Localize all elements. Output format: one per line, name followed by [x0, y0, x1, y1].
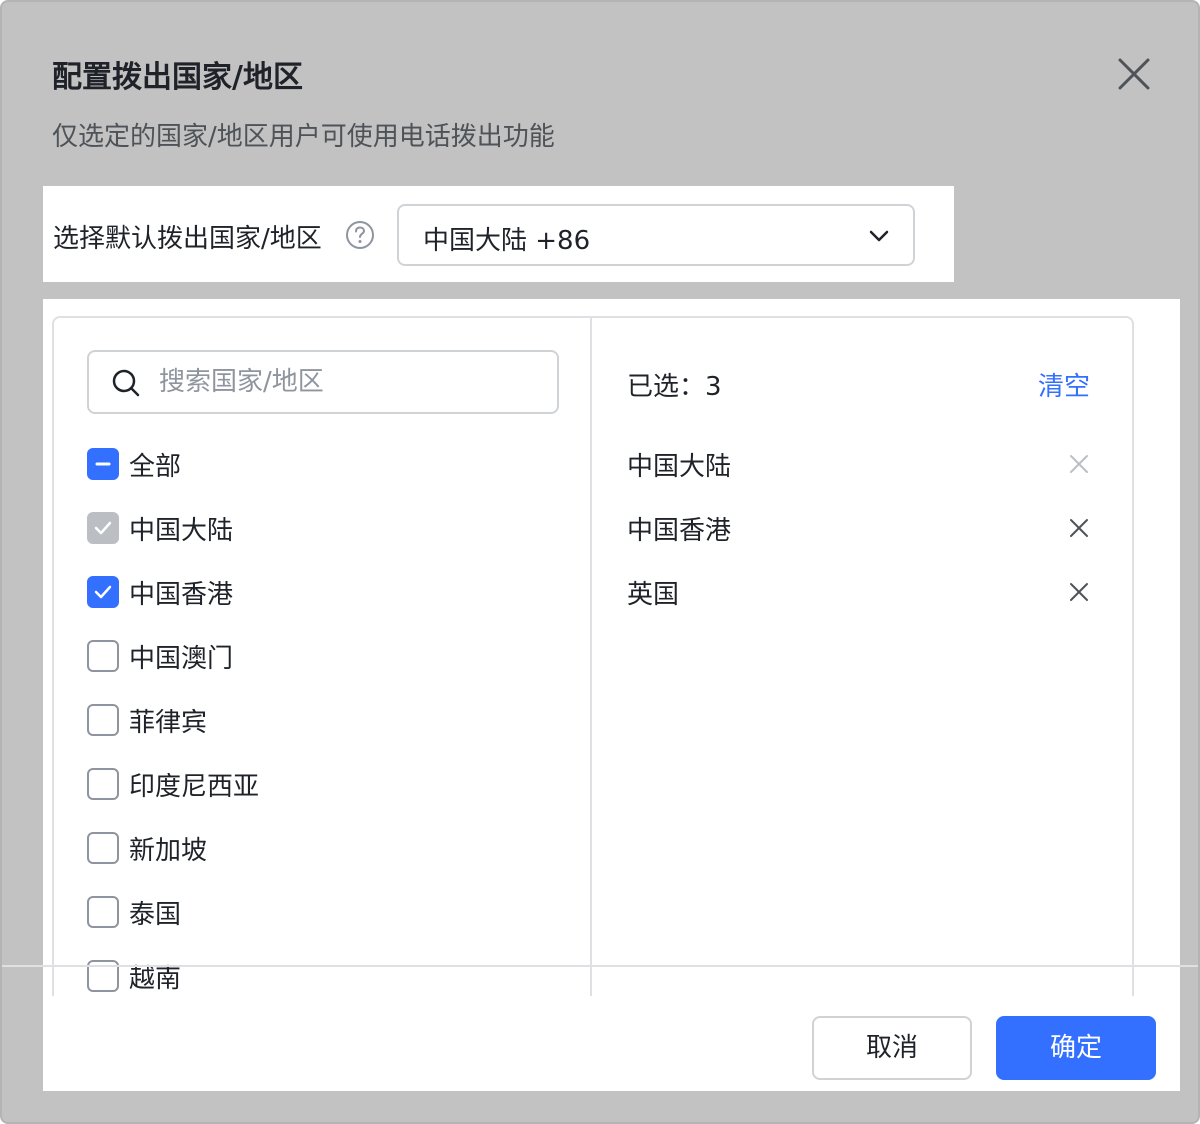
- dialog-title: 配置拨出国家/地区: [52, 60, 303, 95]
- chevron-down-icon: [867, 224, 891, 248]
- remove-icon[interactable]: [1067, 580, 1091, 604]
- selected-item-label: 英国: [627, 580, 680, 610]
- option-label: 越南: [129, 964, 182, 994]
- confirm-button[interactable]: 确定: [996, 1016, 1156, 1080]
- checkbox-indeterminate[interactable]: [87, 448, 119, 480]
- transfer-section: 全部 中国大陆 中国香港 中国澳门: [43, 299, 1180, 1091]
- option-label: 菲律宾: [129, 708, 208, 738]
- default-country-select[interactable]: 中国大陆 +86: [397, 204, 915, 266]
- option-label: 中国澳门: [129, 644, 234, 674]
- remove-icon: [1067, 452, 1091, 476]
- option-label: 新加坡: [129, 836, 208, 866]
- remove-icon[interactable]: [1067, 516, 1091, 540]
- option-label: 泰国: [129, 900, 182, 930]
- country-search[interactable]: [87, 350, 559, 414]
- search-input[interactable]: [159, 362, 539, 402]
- country-transfer: 全部 中国大陆 中国香港 中国澳门: [52, 316, 1134, 996]
- close-icon[interactable]: [1112, 52, 1156, 96]
- cancel-button[interactable]: 取消: [812, 1016, 972, 1080]
- clear-button[interactable]: 清空: [1038, 366, 1090, 403]
- selected-count: 已选：3: [627, 372, 722, 402]
- selected-item: 中国大陆: [627, 444, 1093, 484]
- selected-item: 中国香港: [627, 508, 1093, 548]
- checkbox-checked[interactable]: [87, 576, 119, 608]
- country-options-pane: 全部 中国大陆 中国香港 中国澳门: [54, 318, 592, 996]
- selected-item-label: 中国香港: [627, 516, 732, 546]
- checkbox-unchecked[interactable]: [87, 704, 119, 736]
- dial-out-config-dialog: 配置拨出国家/地区 仅选定的国家/地区用户可使用电话拨出功能 选择默认拨出国家/…: [0, 0, 1200, 1124]
- footer-divider: [2, 965, 1198, 967]
- selected-pane: 已选：3 清空 中国大陆 中国香港 英国: [594, 318, 1132, 996]
- checkbox-unchecked[interactable]: [87, 832, 119, 864]
- checkbox-unchecked[interactable]: [87, 768, 119, 800]
- default-country-row: 选择默认拨出国家/地区 中国大陆 +86: [43, 186, 954, 282]
- search-icon: [111, 368, 141, 398]
- option-label: 中国香港: [129, 580, 234, 610]
- dialog-subtitle: 仅选定的国家/地区用户可使用电话拨出功能: [52, 122, 555, 152]
- checkbox-unchecked[interactable]: [87, 640, 119, 672]
- selected-item-label: 中国大陆: [627, 452, 732, 482]
- help-icon[interactable]: [345, 220, 375, 250]
- default-country-label: 选择默认拨出国家/地区: [53, 224, 322, 254]
- option-label: 印度尼西亚: [129, 772, 260, 802]
- option-label: 全部: [129, 452, 182, 482]
- checkbox-checked-disabled: [87, 512, 119, 544]
- option-label: 中国大陆: [129, 516, 234, 546]
- selected-item: 英国: [627, 572, 1093, 612]
- checkbox-unchecked[interactable]: [87, 896, 119, 928]
- default-country-value: 中国大陆 +86: [423, 226, 591, 256]
